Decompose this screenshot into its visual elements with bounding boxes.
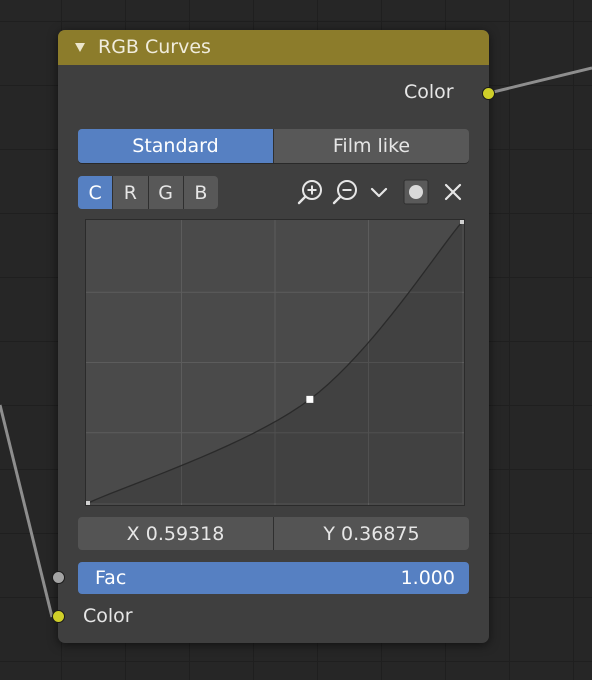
channel-selector: C R G B <box>78 176 218 209</box>
curve-point[interactable] <box>460 220 464 224</box>
point-x-field[interactable]: X 0.59318 <box>78 517 273 550</box>
fac-slider[interactable]: Fac 1.000 <box>78 562 469 594</box>
node-header[interactable]: RGB Curves <box>58 30 489 65</box>
input-link-wire <box>0 404 54 618</box>
fac-input-socket[interactable] <box>52 571 65 584</box>
fac-label: Fac <box>95 567 127 589</box>
channel-c-button[interactable]: C <box>78 176 113 209</box>
close-icon[interactable] <box>438 177 468 207</box>
color-input-socket[interactable] <box>52 610 65 623</box>
curve-graph[interactable] <box>86 220 464 505</box>
output-link-wire <box>488 66 592 95</box>
node-title: RGB Curves <box>98 36 211 58</box>
point-coordinates: X 0.59318 Y 0.36875 <box>78 517 469 550</box>
input-color-label: Color <box>83 605 133 627</box>
tab-film-like[interactable]: Film like <box>273 129 469 163</box>
channel-b-button[interactable]: B <box>182 176 218 209</box>
curve-editor[interactable] <box>85 219 465 506</box>
point-y-field[interactable]: Y 0.36875 <box>273 517 469 550</box>
output-color-label: Color <box>404 81 454 103</box>
selected-curve-point[interactable] <box>306 395 314 403</box>
zoom-out-icon[interactable] <box>331 177 361 207</box>
output-color-socket[interactable] <box>482 87 495 100</box>
channel-r-button[interactable]: R <box>112 176 147 209</box>
collapse-triangle-icon[interactable] <box>75 43 85 52</box>
chevron-down-icon[interactable] <box>364 177 394 207</box>
tab-standard[interactable]: Standard <box>78 129 273 163</box>
fac-value: 1.000 <box>400 567 455 589</box>
zoom-in-icon[interactable] <box>296 177 326 207</box>
curve-point[interactable] <box>86 501 90 505</box>
channel-g-button[interactable]: G <box>147 176 183 209</box>
rgb-curves-node[interactable]: RGB Curves Color Standard Film like C R … <box>52 30 495 643</box>
clipping-toggle-icon[interactable] <box>401 177 431 207</box>
curve-mode-selector: Standard Film like <box>78 129 469 163</box>
